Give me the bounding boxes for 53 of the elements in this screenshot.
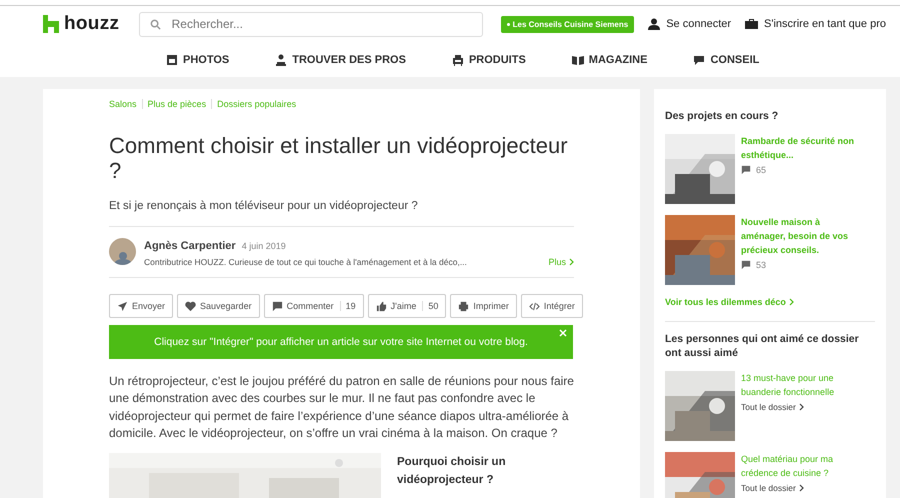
avatar [109, 238, 136, 265]
person-icon [275, 54, 288, 66]
article-paragraph: Un rétroprojecteur, c’est le joujou préféré du patron en salle de réunions pour nous faire une démonstration avec des courbes sur le mur. Il ne faut pas confondre avec le vidéoprojecteur qui permet de faire l’expérience d’une séance diapos ultra-améliorée à domicile. Avec le vidéoprojecteur, on s’offre un vrai cinéma à la maison. On craque ? [109, 373, 574, 442]
dot-icon [506, 22, 510, 26]
pro-signup-link[interactable]: S'inscrire en tant que pro [745, 18, 886, 30]
logo-text[interactable]: houzz [64, 13, 120, 35]
author-bio: Contributrice HOUZZ. Curieuse de tout ce qui touche à l'aménagement et à la déco,... [144, 257, 468, 267]
sidebar-heading: Les personnes qui ont aimé ce dossier ont aussi aimé [665, 332, 860, 360]
nav-item[interactable]: TROUVER DES PROS [275, 54, 406, 66]
action-button[interactable]: J'aime 50 [368, 294, 446, 318]
author-name[interactable]: Agnès Carpentier [144, 240, 236, 252]
tip-text: Cliquez sur "Intégrer" pour afficher un article sur votre site Internet ou votre blog. [154, 336, 528, 348]
briefcase-icon [745, 18, 758, 30]
search-icon [150, 18, 161, 30]
nav-item[interactable]: CONSEIL [693, 54, 760, 66]
book-icon [572, 54, 584, 66]
comment-count: 65 [741, 165, 866, 175]
nav-item[interactable]: MAGAZINE [572, 54, 648, 66]
chevron-icon [798, 484, 804, 492]
picture-frame-icon [166, 54, 178, 66]
dossier-link[interactable]: Tout le dossier [741, 483, 866, 493]
article-title: Comment choisir et installer un vidéoprojecteur ? [109, 133, 569, 183]
action-button[interactable]: Commenter 19 [264, 294, 364, 318]
section-heading: Pourquoi choisir un vidéoprojecteur ? [397, 454, 507, 488]
chevron-icon [798, 403, 804, 411]
thumbs-up-icon [376, 300, 387, 312]
chevron-icon [569, 258, 574, 266]
action-button[interactable]: Imprimer [450, 294, 517, 318]
person-icon [648, 18, 660, 30]
dossier-link[interactable]: Tout le dossier [741, 402, 866, 412]
sidebar-heading: Des projets en cours ? [665, 109, 780, 123]
close-button[interactable] [559, 329, 567, 337]
heart-icon [185, 300, 196, 312]
action-button[interactable]: Intégrer [520, 294, 583, 318]
action-button[interactable]: Sauvegarder [177, 294, 260, 318]
login-link[interactable]: Se connecter [648, 18, 732, 30]
chevron-icon [788, 298, 794, 306]
comment-icon [741, 165, 751, 175]
comment-icon [272, 300, 283, 312]
paper-plane-icon [117, 300, 128, 312]
nav-item[interactable]: PHOTOS [166, 54, 230, 66]
article-subtitle: Et si je renonçais à mon téléviseur pour un vidéoprojecteur ? [109, 200, 419, 212]
code-icon [528, 300, 540, 312]
comment-count: 53 [741, 260, 866, 270]
comment-icon [741, 260, 751, 270]
logo-icon [43, 15, 59, 33]
action-button[interactable]: Envoyer [109, 294, 174, 318]
nav-item[interactable]: PRODUITS [452, 54, 526, 66]
armchair-icon [452, 54, 464, 66]
speech-bubble-icon [693, 54, 706, 66]
search-field[interactable]: Rechercher... [138, 12, 483, 36]
close-icon [559, 329, 567, 337]
publish-date: 4 juin 2019 [242, 241, 286, 251]
